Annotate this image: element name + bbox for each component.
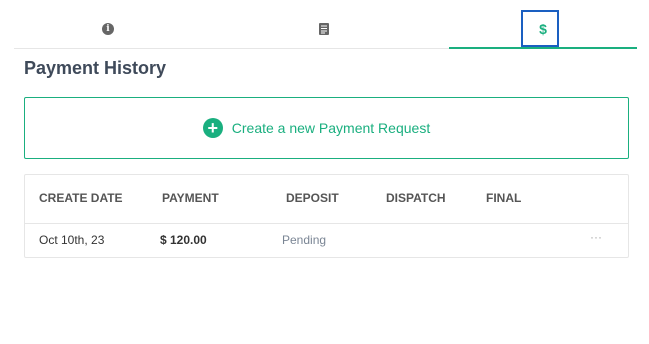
column-header-deposit: DEPOSIT	[286, 191, 339, 205]
column-header-payment: PAYMENT	[162, 191, 219, 205]
create-payment-request-button[interactable]: + Create a new Payment Request	[24, 97, 629, 159]
page-title: Payment History	[24, 58, 167, 78]
tab-document[interactable]	[228, 10, 420, 48]
info-icon: i	[102, 23, 114, 35]
table-row[interactable]: Oct 10th, 23 $ 120.00 Pending ···	[25, 224, 628, 257]
focus-outline	[521, 10, 559, 47]
document-icon	[319, 23, 329, 35]
column-header-dispatch: DISPATCH	[386, 191, 446, 205]
tab-bar: i $	[14, 10, 637, 49]
column-header-create-date: CREATE DATE	[39, 191, 123, 205]
table-header: CREATE DATE PAYMENT DEPOSIT DISPATCH FIN…	[25, 175, 628, 224]
column-header-final: FINAL	[486, 191, 522, 205]
cell-deposit: Pending	[282, 233, 327, 247]
more-options-icon[interactable]: ···	[590, 230, 602, 244]
cell-create-date: Oct 10th, 23	[39, 233, 105, 247]
payment-history-table: CREATE DATE PAYMENT DEPOSIT DISPATCH FIN…	[24, 174, 629, 258]
plus-circle-icon: +	[202, 118, 223, 138]
create-payment-request-label: Create a new Payment Request	[231, 120, 431, 136]
tab-info[interactable]: i	[14, 10, 202, 48]
cell-payment: $ 120.00	[160, 233, 207, 247]
